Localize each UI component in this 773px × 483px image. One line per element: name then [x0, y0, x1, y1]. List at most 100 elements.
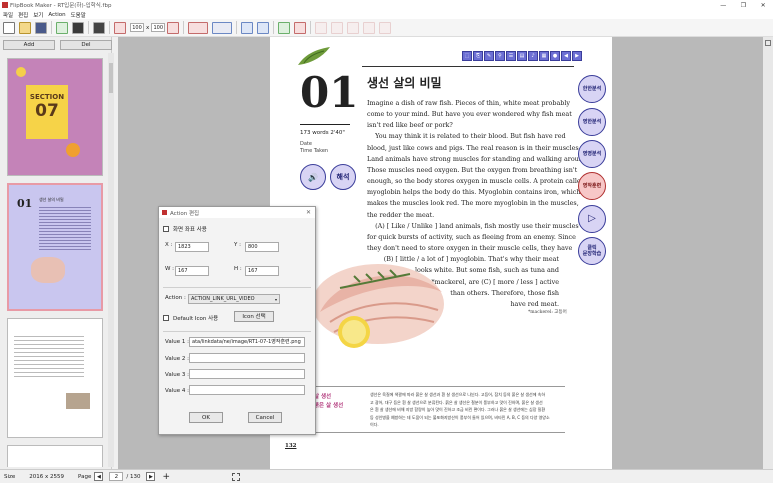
action-select[interactable]: ACTION_LINK_URL_VIDEO ▾ — [188, 294, 280, 304]
thumb-text-block — [39, 205, 91, 251]
size-label: Size — [4, 473, 16, 480]
page-tool-strip: ⬚ ⎘ ✎ ⚲ ☰ ▤ ♪ ▦ ● ◀ ▶ — [462, 51, 583, 62]
cancel-button[interactable]: Cancel — [248, 412, 282, 423]
tool-icon-6[interactable]: ▤ — [517, 51, 527, 61]
image-icon[interactable] — [278, 21, 291, 34]
prev-page-icon[interactable]: ◀ — [561, 51, 571, 61]
page-thumbnail-2[interactable]: 01 생선 살의 비밀 — [7, 183, 103, 311]
height-field[interactable]: 100 — [151, 23, 166, 32]
preview-icon[interactable] — [188, 21, 209, 34]
passage-line: Those muscles need oxygen. But the oxyge… — [367, 165, 578, 174]
value1-field[interactable]: ata/linkdata/ne/image/RT1-07-1영작훈련.png — [189, 337, 305, 347]
tool-icon-9[interactable]: ● — [550, 51, 560, 61]
size-x-label: x — [146, 24, 150, 31]
page-thumbnail-4[interactable] — [7, 445, 103, 467]
selection-icon[interactable] — [232, 472, 241, 481]
delete-icon[interactable] — [294, 21, 307, 34]
align-bottom-icon[interactable] — [379, 21, 392, 34]
canvas-scrollbar[interactable] — [763, 37, 773, 469]
note-label-2: 붉은 살 생선 — [314, 403, 344, 409]
align-center-icon[interactable] — [331, 21, 344, 34]
window-controls: — ❐ ✕ — [713, 2, 773, 9]
width-field[interactable]: 100 — [130, 23, 144, 32]
link-alt-icon[interactable] — [257, 21, 270, 34]
orange-image — [66, 143, 80, 157]
korean-note-body: 생선은 육질에 색깔에 따라 붉은 살 생선과 흰 살 생선으로 나뉜다. 고등… — [370, 391, 566, 429]
save-icon[interactable] — [35, 21, 47, 34]
value3-field[interactable] — [189, 369, 305, 379]
thumbnail-scrollbar[interactable] — [108, 53, 114, 467]
tool-icon-7[interactable]: ♪ — [528, 51, 538, 61]
layout-icon[interactable] — [212, 21, 233, 34]
new-file-icon[interactable] — [3, 21, 15, 34]
side-button-writing[interactable]: 영작훈련 — [578, 172, 606, 200]
x-field[interactable]: 1823 — [175, 242, 209, 252]
tool-icon-2[interactable]: ⎘ — [473, 51, 483, 61]
align-right-icon[interactable] — [347, 21, 360, 34]
print-icon[interactable] — [72, 21, 84, 34]
default-icon-checkbox[interactable] — [163, 315, 169, 321]
open-folder-icon[interactable] — [19, 21, 31, 34]
action-label: Action : — [165, 295, 186, 301]
close-button[interactable]: ✕ — [761, 2, 766, 9]
tool-icon-1[interactable]: ⬚ — [462, 51, 472, 61]
passage-line: Land animals have strong muscles for sta… — [367, 154, 590, 163]
fish-photo — [312, 264, 444, 348]
icon-select-button[interactable]: Icon 선택 — [234, 311, 274, 322]
passage-line: Imagine a dish of raw fish. Pieces of th… — [367, 99, 571, 107]
thumb-page-title: 생선 살의 비밀 — [39, 197, 64, 202]
thumbnail-list[interactable]: SECTION 07 01 생선 살의 비밀 — [2, 53, 108, 467]
prev-page-button[interactable]: ◀ — [94, 472, 104, 481]
menu-help-label[interactable]: 도움말 — [71, 11, 86, 19]
side-button-analysis-eng[interactable]: 영영분석 — [578, 140, 606, 168]
delete-page-button[interactable]: Del — [60, 40, 112, 50]
align-left-icon[interactable] — [315, 21, 328, 34]
action-edit-dialog: Action 편집 ✕ 화면 좌표 사용 X : 1823 Y : 800 W … — [158, 206, 316, 435]
tool-icon-3[interactable]: ✎ — [484, 51, 494, 61]
value1-label: Value 1 : — [165, 339, 189, 345]
passage-line: come to your mind. But have you ever won… — [367, 110, 572, 119]
note-label-1: 살 생선 — [314, 394, 332, 400]
screen-coord-checkbox[interactable] — [163, 226, 169, 232]
value4-field[interactable] — [189, 385, 305, 395]
page-thumbnail-3[interactable] — [7, 318, 103, 438]
listen-button[interactable]: 🔊 — [300, 164, 326, 190]
passage-line: enough, so the body stores oxygen in mus… — [367, 177, 585, 186]
add-page-button[interactable]: Add — [3, 40, 55, 50]
align-top-icon[interactable] — [363, 21, 376, 34]
value2-field[interactable] — [189, 353, 305, 363]
h-field[interactable]: 167 — [245, 266, 279, 276]
play-button[interactable]: ▷ — [578, 205, 606, 233]
ok-button[interactable]: OK — [189, 412, 223, 423]
menu-action[interactable]: Action — [48, 12, 65, 18]
page-field[interactable]: 2 — [109, 472, 124, 481]
export-icon[interactable] — [56, 21, 68, 34]
add-page-icon[interactable] — [114, 21, 126, 34]
next-page-icon[interactable]: ▶ — [572, 51, 582, 61]
menu-view[interactable]: 보기 — [33, 11, 43, 19]
minimize-button[interactable]: — — [720, 2, 726, 9]
link-icon[interactable] — [241, 21, 254, 34]
page-thumbnail-1[interactable]: SECTION 07 — [7, 58, 103, 176]
maximize-button[interactable]: ❐ — [741, 2, 746, 9]
tool-icon-5[interactable]: ☰ — [506, 51, 516, 61]
passage-line: the redder the meat. — [367, 210, 435, 219]
menu-file[interactable]: 파일 — [3, 11, 13, 19]
side-button-analysis-eng-kor[interactable]: 영한분석 — [578, 108, 606, 136]
thumb-text-block — [14, 333, 84, 379]
tool-icon-4[interactable]: ⚲ — [495, 51, 505, 61]
add-icon[interactable]: + — [162, 472, 170, 482]
tool-icon-8[interactable]: ▦ — [539, 51, 549, 61]
w-field[interactable]: 167 — [175, 266, 209, 276]
screen-coord-label: 화면 좌표 사용 — [173, 227, 207, 233]
side-button-sentence[interactable]: 클릭 문장학습 — [578, 237, 606, 265]
section-number: 07 — [35, 101, 59, 121]
menu-edit[interactable]: 편집 — [18, 11, 28, 19]
explain-button[interactable]: 해석 — [330, 164, 356, 190]
dialog-close-button[interactable]: ✕ — [306, 209, 311, 216]
pages-icon[interactable] — [93, 21, 105, 34]
next-page-button[interactable]: ▶ — [146, 472, 156, 481]
resize-icon[interactable] — [167, 21, 180, 34]
y-field[interactable]: 800 — [245, 242, 279, 252]
side-button-analysis-kor[interactable]: 한한분석 — [578, 75, 606, 103]
